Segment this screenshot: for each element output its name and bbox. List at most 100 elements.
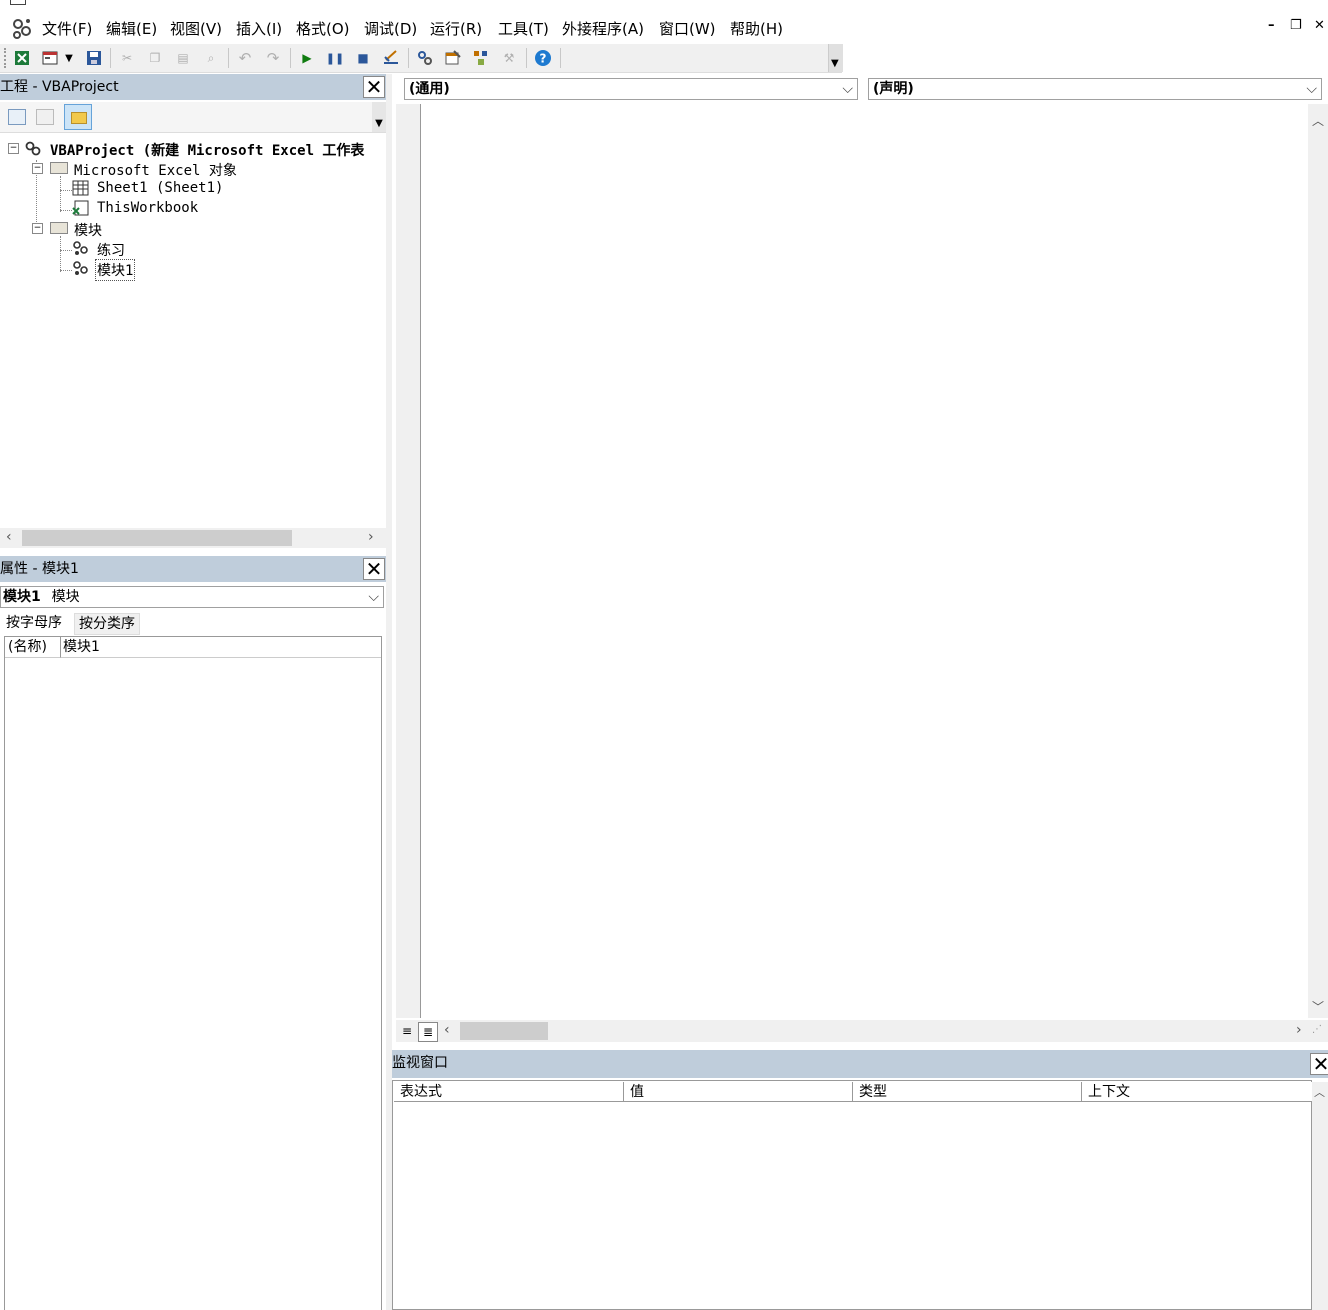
chevron-down-icon: ⌵ <box>368 589 379 605</box>
design-mode-icon[interactable] <box>382 49 400 67</box>
folder-icon <box>50 222 68 234</box>
watch-pane-title: 监视窗口 ✕ <box>392 1050 1328 1078</box>
procedure-combo[interactable]: (声明) ⌵ <box>868 78 1322 100</box>
menu-debug[interactable]: 调试(D) <box>364 18 417 39</box>
toolbar-options-button[interactable]: ▼ <box>828 44 843 72</box>
collapse-modules-toggle[interactable]: − <box>32 223 43 234</box>
cut-icon[interactable]: ✂ <box>118 49 136 67</box>
menu-tools[interactable]: 工具(T) <box>498 18 549 39</box>
tree-item-module-practice[interactable]: 练习 <box>97 240 125 260</box>
menu-help[interactable]: 帮助(H) <box>730 18 783 39</box>
tree-line <box>60 270 72 271</box>
code-vscrollbar[interactable]: ︿ ﹀ <box>1308 104 1328 1018</box>
properties-object-select[interactable]: 模块1 模块 ⌵ <box>0 586 384 608</box>
close-watch-pane-button[interactable]: ✕ <box>1310 1053 1328 1075</box>
insert-userform-icon[interactable] <box>41 49 59 67</box>
svg-text:?: ? <box>540 52 547 66</box>
project-tree: − VBAProject (新建 Microsoft Excel 工作表 − M… <box>0 136 386 528</box>
restore-button[interactable]: ❐ <box>1290 18 1302 33</box>
watch-col-expression[interactable]: 表达式 <box>394 1082 624 1102</box>
save-icon[interactable] <box>85 49 103 67</box>
toggle-folders-button[interactable] <box>64 104 92 130</box>
close-properties-pane-button[interactable]: ✕ <box>363 558 385 580</box>
module-icon <box>73 241 88 255</box>
menu-run[interactable]: 运行(R) <box>430 18 482 39</box>
resize-grip-icon[interactable]: ⋰ <box>1312 1024 1322 1035</box>
scrollbar-thumb[interactable] <box>460 1022 548 1040</box>
scroll-right-icon[interactable]: › <box>368 529 374 545</box>
tree-root-label[interactable]: VBAProject (新建 Microsoft Excel 工作表 <box>50 140 364 160</box>
scroll-up-icon[interactable]: ︿ <box>1312 112 1324 129</box>
watch-list <box>392 1080 1312 1310</box>
view-object-icon[interactable] <box>36 109 54 125</box>
toolbox-icon[interactable]: ⚒ <box>500 49 518 67</box>
menu-view[interactable]: 视图(V) <box>170 18 222 39</box>
object-name: 模块1 <box>3 589 41 605</box>
workbook-icon <box>72 200 89 216</box>
scrollbar-thumb[interactable] <box>1310 128 1326 996</box>
menu-window[interactable]: 窗口(W) <box>659 18 716 39</box>
redo-icon[interactable]: ↷ <box>264 49 282 67</box>
close-project-pane-button[interactable]: ✕ <box>363 76 385 98</box>
close-window-button[interactable]: ✕ <box>1314 18 1325 33</box>
chevron-down-icon: ⌵ <box>1306 81 1317 97</box>
watch-col-value[interactable]: 值 <box>624 1082 853 1102</box>
project-explorer-icon[interactable] <box>416 49 434 67</box>
project-hscrollbar[interactable]: ‹ › <box>0 528 386 548</box>
scrollbar-thumb[interactable] <box>22 530 292 546</box>
code-bottom-bar: ≡ ≣ ‹ › ⋰ <box>396 1020 1328 1042</box>
tab-alphabetic[interactable]: 按字母序 <box>2 612 66 634</box>
paste-icon[interactable]: ▤ <box>174 49 192 67</box>
collapse-objects-toggle[interactable]: − <box>32 163 43 174</box>
folder-icon <box>71 112 87 124</box>
tree-folder-modules[interactable]: 模块 <box>74 220 102 240</box>
copy-icon[interactable]: ❐ <box>146 49 164 67</box>
break-icon[interactable]: ❚❚ <box>326 49 344 67</box>
standard-toolbar: ▼ ✂ ❐ ▤ ⌕ ↶ ↷ ▶ ❚❚ ■ ⚒ ? ▼ <box>0 44 843 73</box>
properties-pane: 属性 - 模块1 ✕ 模块1 模块 ⌵ 按字母序 按分类序 (名称) 模块1 <box>0 556 386 1310</box>
watch-vscrollbar[interactable]: ︿ <box>1312 1082 1328 1310</box>
scroll-up-icon[interactable]: ︿ <box>1314 1084 1325 1100</box>
find-icon[interactable]: ⌕ <box>202 49 220 67</box>
view-excel-icon[interactable] <box>13 49 31 67</box>
scroll-down-icon[interactable]: ﹀ <box>1312 998 1324 1015</box>
view-code-icon[interactable] <box>8 109 26 125</box>
undo-icon[interactable]: ↶ <box>236 49 254 67</box>
toolbar-grip[interactable] <box>4 48 8 68</box>
menu-edit[interactable]: 编辑(E) <box>106 18 157 39</box>
scroll-left-icon[interactable]: ‹ <box>444 1022 450 1038</box>
procedure-view-icon[interactable]: ≡ <box>398 1022 416 1040</box>
minimize-button[interactable]: – <box>1268 18 1275 33</box>
menu-addins[interactable]: 外接程序(A) <box>562 18 644 39</box>
help-icon[interactable]: ? <box>534 49 552 67</box>
full-module-view-icon[interactable]: ≣ <box>418 1022 438 1042</box>
menu-file[interactable]: 文件(F) <box>42 18 92 39</box>
vba-app-icon[interactable] <box>10 16 34 40</box>
object-type: 模块 <box>51 589 80 605</box>
properties-window-icon[interactable] <box>444 49 462 67</box>
code-editor[interactable] <box>422 104 1308 1018</box>
tree-folder-objects[interactable]: Microsoft Excel 对象 <box>74 160 237 180</box>
tree-item-thisworkbook[interactable]: ThisWorkbook <box>97 200 198 216</box>
tree-item-sheet1[interactable]: Sheet1 (Sheet1) <box>97 180 223 196</box>
watch-header-line <box>394 1101 1312 1102</box>
vbaproject-icon <box>25 141 41 156</box>
menu-format[interactable]: 格式(O) <box>296 18 350 39</box>
pane-toolbar-scroll[interactable]: ▼ <box>372 102 386 132</box>
reset-icon[interactable]: ■ <box>354 49 372 67</box>
scroll-right-icon[interactable]: › <box>1296 1022 1302 1038</box>
watch-col-type[interactable]: 类型 <box>853 1082 1082 1102</box>
watch-col-context[interactable]: 上下文 <box>1082 1082 1312 1102</box>
insert-dropdown-icon[interactable]: ▼ <box>63 49 75 67</box>
scroll-left-icon[interactable]: ‹ <box>6 529 12 545</box>
menu-insert[interactable]: 插入(I) <box>236 18 282 39</box>
tab-categorized[interactable]: 按分类序 <box>74 613 140 635</box>
property-name-cell[interactable]: (名称) <box>5 637 61 658</box>
toolbar-separator <box>408 48 409 68</box>
run-icon[interactable]: ▶ <box>298 49 316 67</box>
collapse-root-toggle[interactable]: − <box>8 143 19 154</box>
property-value-cell[interactable]: 模块1 <box>61 637 381 658</box>
object-combo[interactable]: (通用) ⌵ <box>404 78 858 100</box>
object-browser-icon[interactable] <box>472 49 490 67</box>
tree-item-module1[interactable]: 模块1 <box>95 259 136 281</box>
